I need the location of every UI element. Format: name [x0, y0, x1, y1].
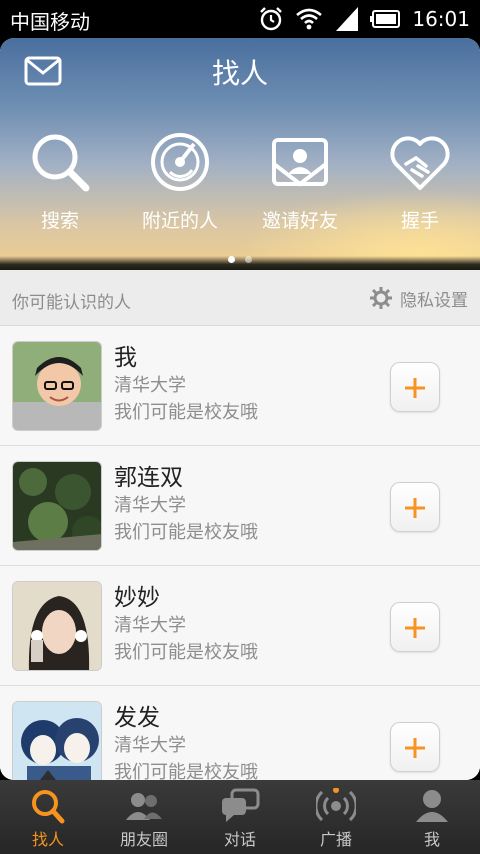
- feature-invite[interactable]: 邀请好友: [240, 130, 360, 233]
- broadcast-icon: [316, 788, 356, 822]
- person-reason: 我们可能是校友哦: [114, 762, 258, 780]
- feature-search[interactable]: 搜索: [0, 130, 120, 233]
- radar-icon: [151, 133, 209, 191]
- tab-me[interactable]: 我: [384, 780, 480, 854]
- add-friend-button[interactable]: [390, 602, 440, 652]
- person-reason: 我们可能是校友哦: [114, 642, 258, 663]
- section-header: 你可能认识的人 隐私设置: [0, 270, 480, 326]
- search-icon: [32, 134, 90, 192]
- tab-find-people-label: 找人: [31, 830, 64, 849]
- person-school: 清华大学: [114, 495, 186, 516]
- carousel-dot-2: [245, 256, 252, 263]
- banner: 找人 搜索 附近的人 邀请好友 握手: [0, 38, 480, 270]
- feature-search-label: 搜索: [40, 210, 79, 232]
- person-reason: 我们可能是校友哦: [114, 402, 258, 423]
- people-list: 我 清华大学 我们可能是校友哦 郭连双 清华大学 我们可能是校友哦 妙妙 清华大…: [0, 326, 480, 780]
- person-school: 清华大学: [114, 735, 186, 756]
- feature-handshake[interactable]: 握手: [360, 130, 480, 233]
- feature-invite-label: 邀请好友: [261, 210, 338, 232]
- person-name: 妙妙: [114, 585, 160, 611]
- plus-icon: [405, 618, 425, 638]
- status-icons: 16:01: [258, 5, 470, 33]
- section-title: 你可能认识的人: [12, 293, 131, 313]
- plus-icon: [405, 738, 425, 758]
- person-icon: [416, 790, 448, 822]
- gear-icon: [370, 287, 392, 309]
- avatar: [12, 461, 102, 551]
- chat-icon: [222, 788, 260, 822]
- handshake-icon: [390, 136, 450, 190]
- add-friend-button[interactable]: [390, 722, 440, 772]
- invite-icon: [272, 138, 328, 187]
- tab-chat-label: 对话: [223, 830, 256, 849]
- battery-icon: [370, 10, 401, 28]
- tab-moments[interactable]: 朋友圈: [96, 780, 192, 854]
- add-friend-button[interactable]: [390, 362, 440, 412]
- privacy-settings-label: 隐私设置: [400, 290, 468, 311]
- list-item[interactable]: 郭连双 清华大学 我们可能是校友哦: [0, 446, 480, 566]
- person-reason: 我们可能是校友哦: [114, 522, 258, 543]
- plus-icon: [405, 378, 425, 398]
- tab-broadcast[interactable]: 广播: [288, 780, 384, 854]
- list-item[interactable]: 我 清华大学 我们可能是校友哦: [0, 326, 480, 446]
- people-icon: [126, 793, 162, 820]
- carrier-name: 中国移动: [10, 10, 90, 34]
- person-name: 郭连双: [114, 465, 183, 491]
- clock: 16:01: [412, 7, 470, 31]
- privacy-settings-button[interactable]: 隐私设置: [370, 284, 468, 312]
- person-name: 发发: [114, 705, 160, 731]
- bottom-nav: 找人 朋友圈 对话 广播 我: [0, 770, 480, 854]
- add-friend-button[interactable]: [390, 482, 440, 532]
- plus-icon: [405, 498, 425, 518]
- status-bar: 中国移动 16:01: [0, 0, 480, 38]
- feature-nearby[interactable]: 附近的人: [120, 130, 240, 233]
- carousel-dot-1: [228, 256, 235, 263]
- carousel-indicator: [0, 248, 480, 267]
- wifi-icon: [296, 8, 323, 30]
- tab-moments-label: 朋友圈: [119, 830, 168, 849]
- person-school: 清华大学: [114, 375, 186, 396]
- person-school: 清华大学: [114, 615, 186, 636]
- active-tab-indicator: [40, 770, 56, 780]
- tab-chat[interactable]: 对话: [192, 780, 288, 854]
- avatar: [12, 581, 102, 671]
- person-name: 我: [114, 345, 137, 371]
- list-item[interactable]: 发发 清华大学 我们可能是校友哦: [0, 686, 480, 780]
- alarm-icon: [258, 6, 284, 32]
- feature-handshake-label: 握手: [400, 210, 439, 232]
- avatar: [12, 341, 102, 431]
- page-title: 找人: [211, 57, 268, 90]
- tab-me-label: 我: [423, 830, 440, 849]
- search-icon: [32, 790, 65, 824]
- feature-nearby-label: 附近的人: [141, 210, 218, 232]
- signal-icon: [334, 7, 359, 31]
- tab-broadcast-label: 广播: [319, 830, 352, 849]
- feature-shortcuts: 搜索 附近的人 邀请好友 握手: [0, 130, 480, 240]
- tab-find-people[interactable]: 找人: [0, 770, 96, 854]
- main-card: 找人 搜索 附近的人 邀请好友 握手 你可能认识的人 隐私设置 我 清华大学 我…: [0, 38, 480, 780]
- list-item[interactable]: 妙妙 清华大学 我们可能是校友哦: [0, 566, 480, 686]
- avatar: [12, 701, 102, 780]
